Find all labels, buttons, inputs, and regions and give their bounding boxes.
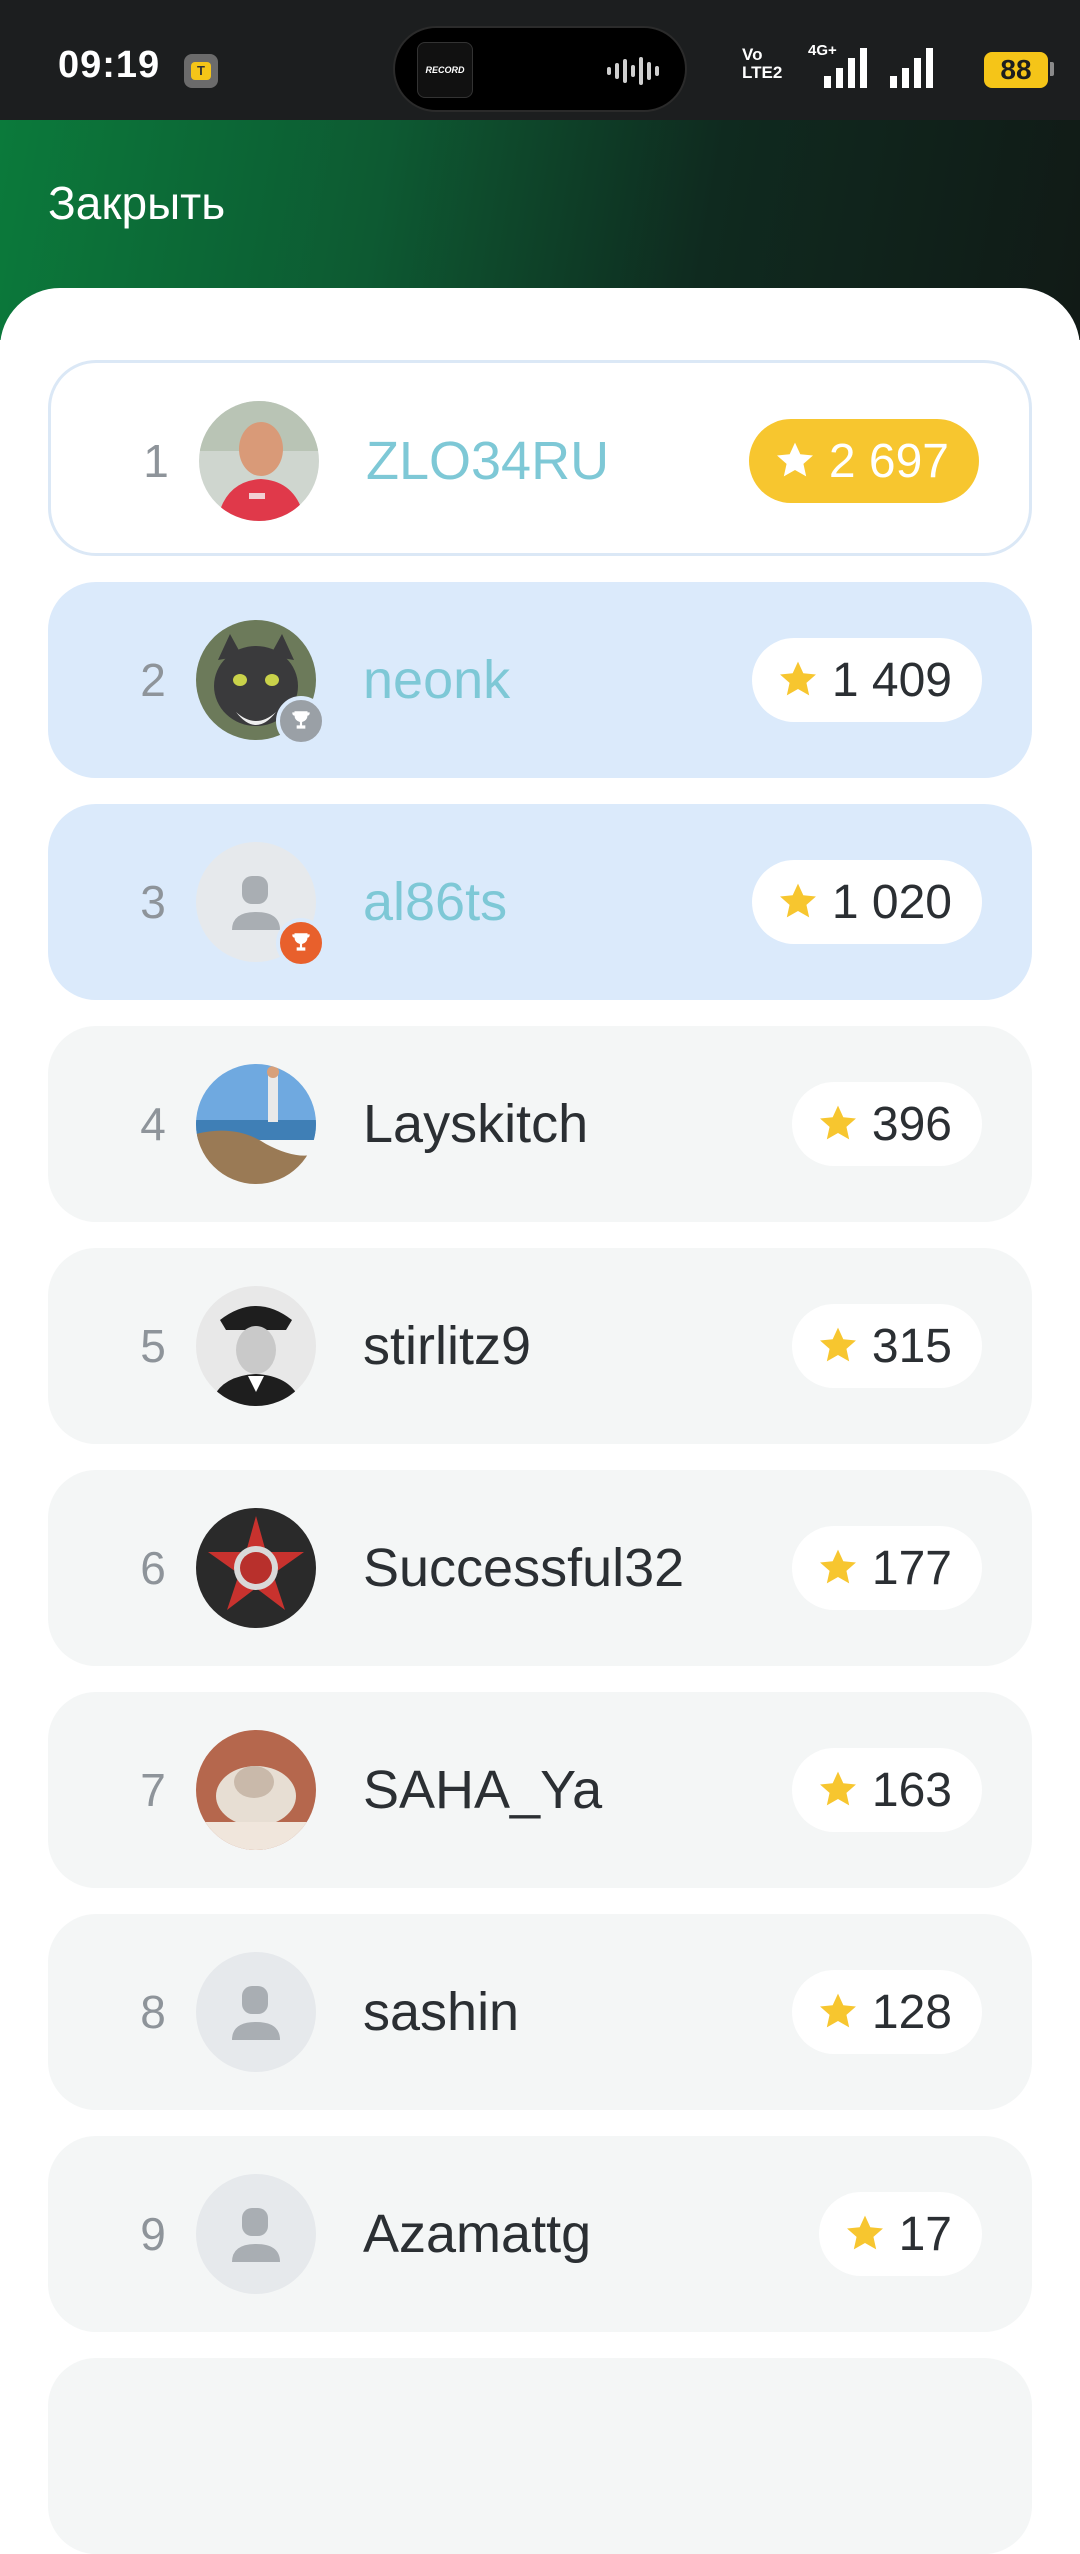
score-badge: 17	[818, 2192, 982, 2276]
rank-number: 9	[140, 2208, 166, 2260]
leaderboard-row[interactable]: 4 Layskitch 396	[48, 1026, 1032, 1222]
score-value: 1 409	[831, 653, 952, 707]
star-icon	[819, 1771, 856, 1806]
dynamic-island[interactable]: RECORD	[393, 26, 687, 112]
avatar[interactable]	[196, 842, 326, 968]
leaderboard-row[interactable]	[48, 2358, 1032, 2554]
score-value: 177	[871, 1541, 952, 1595]
user-photo	[196, 1730, 316, 1850]
leaderboard-row[interactable]: 6 Successful32 177	[48, 1470, 1032, 1666]
battery-indicator: 88	[984, 52, 1048, 88]
leaderboard-row[interactable]: 2 neonk 1 409	[48, 582, 1032, 778]
score-value: 17	[898, 2207, 952, 2261]
username: SAHA_Ya	[363, 1760, 603, 1820]
username: al86ts	[363, 872, 508, 932]
score-value: 315	[871, 1319, 952, 1373]
score-badge: 177	[791, 1526, 982, 1610]
volte-indicator: Vo LTE2	[742, 45, 783, 82]
user-photo	[196, 1064, 316, 1184]
leaderboard-row[interactable]: 7 SAHA_Ya 163	[48, 1692, 1032, 1888]
score-badge: 1 020	[751, 860, 982, 944]
username: sashin	[363, 1982, 520, 2042]
status-indicators: Vo LTE2 4G+ 88	[720, 0, 1080, 120]
username: Successful32	[363, 1538, 685, 1598]
score-badge: 2 697	[748, 419, 979, 503]
rank-number: 5	[140, 1320, 166, 1372]
username: Layskitch	[363, 1094, 589, 1154]
signal-icon-sim1	[824, 48, 867, 88]
bronze-trophy-icon	[276, 918, 326, 968]
star-icon	[819, 1327, 856, 1362]
rank-number: 6	[140, 1542, 166, 1594]
user-photo	[196, 1508, 316, 1628]
silver-trophy-icon	[276, 696, 326, 746]
user-photo	[196, 1286, 316, 1406]
leaderboard-panel: 1 ZLO34RU 2 697 2 neonk 1 409 3 al86ts 1…	[0, 288, 1080, 2554]
avatar[interactable]	[196, 1730, 316, 1850]
leaderboard-row[interactable]: 8 sashin 128	[48, 1914, 1032, 2110]
leaderboard-row[interactable]: 9 Azamattg 17	[48, 2136, 1032, 2332]
rank-number: 1	[143, 435, 169, 487]
avatar[interactable]	[196, 1508, 316, 1628]
avatar[interactable]	[196, 1286, 316, 1406]
avatar[interactable]	[196, 620, 326, 746]
user-photo	[199, 401, 319, 521]
close-button[interactable]: Закрыть	[48, 176, 225, 230]
default-user-icon	[232, 1986, 280, 2040]
score-value: 163	[871, 1763, 952, 1817]
rank-number: 4	[140, 1098, 166, 1150]
avatar[interactable]	[196, 1064, 316, 1184]
rank-number: 7	[140, 1764, 166, 1816]
username: neonk	[363, 650, 511, 710]
leaderboard-row[interactable]: 5 stirlitz9 315	[48, 1248, 1032, 1444]
score-badge: 128	[791, 1970, 982, 2054]
status-time: 09:19	[58, 44, 161, 86]
star-icon	[819, 1549, 856, 1584]
rank-number: 8	[140, 1986, 166, 2038]
rank-number: 3	[140, 876, 166, 928]
star-icon	[819, 1105, 856, 1140]
star-icon	[779, 883, 816, 918]
audio-wave-icon	[607, 57, 659, 85]
leaderboard-row[interactable]: 3 al86ts 1 020	[48, 804, 1032, 1000]
notification-app-icon: T	[184, 54, 218, 88]
rank-number: 2	[140, 654, 166, 706]
avatar[interactable]	[196, 2174, 316, 2294]
score-value: 2 697	[828, 434, 949, 488]
star-icon	[776, 442, 813, 477]
star-icon	[819, 1993, 856, 2028]
default-user-icon	[232, 2208, 280, 2262]
battery-tip	[1050, 62, 1054, 76]
leaderboard-row[interactable]: 1 ZLO34RU 2 697	[48, 360, 1032, 556]
star-icon	[846, 2215, 883, 2250]
record-radio-logo: RECORD	[417, 42, 473, 98]
avatar[interactable]	[196, 1952, 316, 2072]
score-badge: 315	[791, 1304, 982, 1388]
score-value: 128	[871, 1985, 952, 2039]
signal-icon-sim2	[890, 48, 933, 88]
status-bar: 09:19 T RECORD Vo LTE2 4G+ 88	[0, 0, 1080, 120]
score-badge: 163	[791, 1748, 982, 1832]
username: stirlitz9	[363, 1316, 532, 1376]
star-icon	[779, 661, 816, 696]
score-badge: 1 409	[751, 638, 982, 722]
score-value: 396	[871, 1097, 952, 1151]
username: Azamattg	[363, 2204, 592, 2264]
score-badge: 396	[791, 1082, 982, 1166]
avatar[interactable]	[199, 401, 319, 521]
username: ZLO34RU	[366, 431, 610, 491]
score-value: 1 020	[831, 875, 952, 929]
